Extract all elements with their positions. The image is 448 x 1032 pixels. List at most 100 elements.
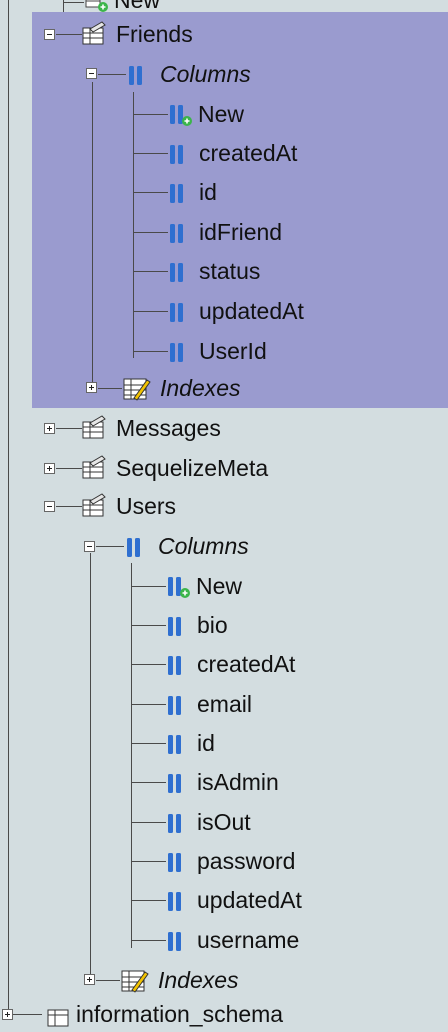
tree-item-label: Columns — [160, 61, 251, 87]
indexes-icon — [123, 378, 151, 401]
table-icon — [82, 21, 106, 45]
tree-line — [8, 0, 9, 1020]
tree-line — [56, 428, 82, 429]
tree-line — [90, 553, 91, 980]
tree-row-indexes-folder[interactable]: Indexes — [122, 370, 241, 406]
expand-icon[interactable] — [84, 974, 95, 985]
tree-item-label: SequelizeMeta — [116, 455, 269, 481]
column-icon — [168, 696, 181, 715]
tree-row-column[interactable]: id — [168, 174, 217, 210]
tree-line — [134, 351, 168, 352]
tree-item-label: createdAt — [199, 140, 298, 166]
tree-line — [132, 822, 166, 823]
tree-item-label: id — [199, 179, 217, 205]
tree-row-column[interactable]: idFriend — [168, 214, 282, 250]
tree-row-column-new[interactable]: New — [168, 96, 244, 132]
tree-item-label: bio — [197, 612, 228, 638]
tree-line — [96, 546, 124, 547]
tree-line — [132, 625, 166, 626]
tree-row-table-messages[interactable]: Messages — [80, 410, 221, 446]
tree-item-label: UserId — [199, 338, 267, 364]
tree-row-column[interactable]: email — [166, 686, 252, 722]
tree-line — [132, 704, 166, 705]
tree-item-label: id — [197, 730, 215, 756]
tree-row-column[interactable]: id — [166, 725, 215, 761]
column-icon — [170, 184, 183, 203]
tree-item-label: New — [196, 573, 243, 599]
tree-line — [134, 114, 168, 115]
tree-line — [132, 861, 166, 862]
tree-row-column[interactable]: createdAt — [166, 646, 295, 682]
tree-item-label: password — [197, 848, 296, 874]
tree-row-column[interactable]: createdAt — [168, 135, 297, 171]
tree-row-column[interactable]: updatedAt — [168, 293, 304, 329]
tree-item-label: Indexes — [158, 967, 239, 993]
tree-row-table-users[interactable]: Users — [80, 488, 176, 524]
table-icon — [82, 493, 106, 517]
tree-line — [132, 586, 166, 587]
tree-line — [64, 2, 84, 3]
new-column-icon — [168, 577, 190, 598]
tree-row-column[interactable]: password — [166, 843, 295, 879]
expand-icon[interactable] — [44, 463, 55, 474]
tree-row-indexes-folder[interactable]: Indexes — [120, 962, 239, 998]
tree-row-table-friends[interactable]: Friends — [80, 16, 193, 52]
column-icon — [170, 303, 183, 322]
columns-icon — [127, 538, 140, 557]
tree-row-column[interactable]: bio — [166, 607, 228, 643]
column-icon — [168, 617, 181, 636]
tree-item-label: isAdmin — [197, 769, 279, 795]
column-icon — [170, 343, 183, 362]
tree-item-label: Users — [116, 493, 177, 519]
collapse-icon[interactable] — [86, 68, 97, 79]
tree-line — [131, 563, 132, 948]
tree-line — [132, 900, 166, 901]
tree-row-database-information-schema[interactable]: information_schema — [44, 996, 283, 1032]
tree-row-column[interactable]: status — [168, 253, 260, 289]
tree-line — [134, 232, 168, 233]
collapse-icon[interactable] — [84, 541, 95, 552]
tree-line — [133, 92, 134, 358]
expand-icon[interactable] — [44, 423, 55, 434]
expand-icon[interactable] — [86, 382, 97, 393]
tree-item-label: New — [198, 101, 245, 127]
column-icon — [168, 814, 181, 833]
tree-row-column[interactable]: username — [166, 922, 299, 958]
tree-line — [56, 468, 82, 469]
column-icon — [168, 735, 181, 754]
tree-row-columns-folder[interactable]: Columns — [124, 528, 249, 564]
database-icon — [47, 1009, 69, 1027]
tree-row-columns-folder[interactable]: Columns — [126, 56, 251, 92]
tree-item-label: createdAt — [197, 651, 296, 677]
tree-line — [132, 664, 166, 665]
new-column-icon — [170, 105, 192, 126]
column-icon — [170, 145, 183, 164]
tree-row-column[interactable]: isAdmin — [166, 764, 279, 800]
tree-row-column[interactable]: isOut — [166, 804, 251, 840]
columns-icon — [129, 66, 142, 85]
tree-row-column[interactable]: updatedAt — [166, 882, 302, 918]
tree-line — [134, 311, 168, 312]
collapse-icon[interactable] — [44, 501, 55, 512]
expand-icon[interactable] — [2, 1009, 13, 1020]
column-icon — [170, 263, 183, 282]
column-icon — [168, 774, 181, 793]
tree-item-label: updatedAt — [199, 298, 304, 324]
tree-line — [56, 34, 82, 35]
tree-line — [134, 192, 168, 193]
tree-line — [98, 74, 126, 75]
collapse-icon[interactable] — [44, 29, 55, 40]
tree-item-label: Columns — [158, 533, 249, 559]
tree-line — [132, 940, 166, 941]
tree-row-table-sequelizemeta[interactable]: SequelizeMeta — [80, 450, 268, 486]
tree-item-label: status — [199, 258, 261, 284]
tree-row-column-new[interactable]: New — [166, 568, 242, 604]
tree-item-label: updatedAt — [197, 887, 302, 913]
tree-row-column[interactable]: UserId — [168, 333, 267, 369]
tree-item-label: Indexes — [160, 375, 241, 401]
tree-line — [92, 82, 93, 388]
new-column-icon — [85, 0, 108, 12]
tree-line — [96, 980, 120, 981]
tree-item-label: isOut — [197, 809, 251, 835]
tree-line — [132, 743, 166, 744]
